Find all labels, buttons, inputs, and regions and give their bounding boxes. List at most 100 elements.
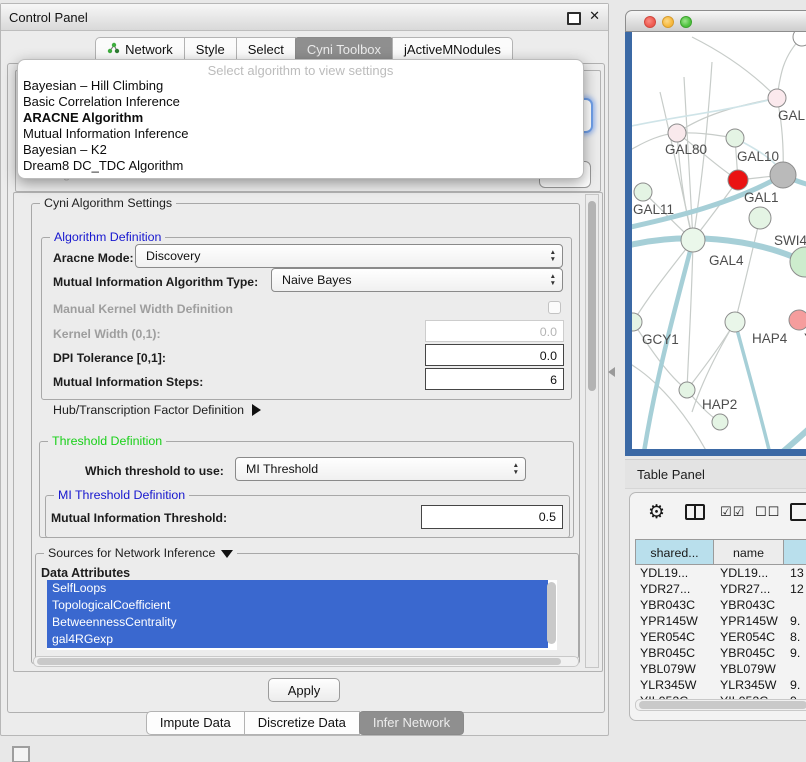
stepper-arrows-icon: ▲▼	[513, 462, 519, 476]
hub-definition-expander[interactable]: Hub/Transcription Factor Definition	[53, 403, 261, 417]
aracne-mode-label: Aracne Mode:	[53, 251, 134, 265]
cell-extra: 9.	[790, 614, 800, 628]
report-icon[interactable]	[790, 503, 806, 521]
dropdown-item-aracne[interactable]: ARACNE Algorithm	[18, 110, 583, 126]
cell-name: YPR145W	[720, 614, 778, 628]
gear-icon[interactable]: ⚙	[648, 501, 665, 524]
table-row[interactable]: YLR345W YLR345W 9.	[630, 678, 806, 694]
column-header-name[interactable]: name	[713, 539, 784, 565]
group-title: MI Threshold Definition	[54, 488, 189, 502]
dpi-tolerance-field[interactable]: 0.0	[425, 344, 564, 366]
network-icon	[107, 42, 120, 57]
list-scrollbar-thumb[interactable]	[547, 582, 556, 644]
network-canvas[interactable]: GAL GAL80 GAL10 GAL1 GAL11 SWI4 GAL4 GCY…	[632, 32, 806, 449]
node-gal-partial[interactable]	[768, 89, 786, 107]
list-item-topologicalcoefficient[interactable]: TopologicalCoefficient	[47, 597, 548, 614]
cell-extra: 9.	[790, 678, 800, 692]
close-traffic-light[interactable]	[644, 16, 656, 28]
cell-shared: YBR045C	[640, 646, 695, 660]
combo-value: MI Threshold	[246, 462, 318, 476]
node-bottom[interactable]	[712, 414, 728, 430]
close-icon[interactable]: ✕	[589, 8, 600, 24]
node-gray[interactable]	[770, 162, 796, 188]
dropdown-item-basic-correlation[interactable]: Basic Correlation Inference	[18, 94, 583, 110]
desktop: Control Panel ✕ Network Style Select Cyn…	[0, 0, 806, 762]
select-all-checkboxes-icon[interactable]: ☑☑	[720, 505, 745, 520]
node-gal1[interactable]	[728, 170, 748, 190]
network-graph[interactable]: GAL GAL80 GAL10 GAL1 GAL11 SWI4 GAL4 GCY…	[632, 32, 806, 449]
settings-scrollbar[interactable]	[585, 194, 599, 668]
stepper-arrows-icon: ▲▼	[550, 273, 556, 287]
node-gal4[interactable]	[681, 228, 705, 252]
column-header-shared[interactable]: shared...	[635, 539, 714, 565]
tab-impute-data[interactable]: Impute Data	[146, 711, 245, 735]
table-row[interactable]: YDL19... YDL19... 13	[630, 566, 806, 582]
node-green[interactable]	[749, 207, 771, 229]
sources-hscrollbar[interactable]	[33, 656, 579, 667]
float-window-icon[interactable]	[567, 12, 581, 25]
mi-algorithm-type-combo[interactable]: Naive Bayes ▲▼	[271, 268, 563, 292]
table-hscrollbar[interactable]	[635, 699, 806, 711]
cell-name: YLR345W	[720, 678, 776, 692]
node-unlabeled[interactable]	[793, 32, 806, 46]
table-row[interactable]: YBL079W YBL079W	[630, 662, 806, 678]
deselect-all-checkboxes-icon[interactable]: ☐☐	[755, 505, 780, 520]
dropdown-item-dream8[interactable]: Dream8 DC_TDC Algorithm	[18, 158, 583, 174]
dropdown-item-bayesian-k2[interactable]: Bayesian – K2	[18, 142, 583, 158]
zoom-traffic-light[interactable]	[680, 16, 692, 28]
list-item-selfloops[interactable]: SelfLoops	[47, 580, 548, 597]
which-threshold-combo[interactable]: MI Threshold ▲▼	[235, 457, 526, 481]
table-row[interactable]: YER054C YER054C 8.	[630, 630, 806, 646]
node-gal11[interactable]	[634, 183, 652, 201]
dropdown-item-bayesian-hill-climbing[interactable]: Bayesian – Hill Climbing	[18, 78, 583, 94]
scrollbar-thumb[interactable]	[588, 201, 596, 391]
node-gcy1[interactable]	[632, 313, 642, 331]
table-row[interactable]: YBR045C YBR045C 9.	[630, 646, 806, 662]
hub-definition-label: Hub/Transcription Factor Definition	[53, 403, 244, 417]
mi-steps-field[interactable]: 6	[425, 368, 564, 390]
scrollbar-thumb[interactable]	[639, 701, 806, 709]
column-layout-icon[interactable]	[685, 504, 705, 520]
node-label: GAL80	[665, 142, 707, 157]
cell-extra: 8.	[790, 630, 800, 644]
node-swi4[interactable]	[790, 247, 806, 277]
cell-extra: 13	[790, 566, 804, 580]
node-hap4[interactable]	[725, 312, 745, 332]
mi-threshold-field[interactable]: 0.5	[421, 505, 563, 529]
node-gal80[interactable]	[668, 124, 686, 142]
tab-infer-network[interactable]: Infer Network	[359, 711, 464, 735]
dropdown-item-mutual-information[interactable]: Mutual Information Inference	[18, 126, 583, 142]
node-gal10[interactable]	[726, 129, 744, 147]
node-hap2[interactable]	[679, 382, 695, 398]
panel-divider-handle[interactable]	[608, 367, 615, 377]
tab-discretize-data[interactable]: Discretize Data	[244, 711, 360, 735]
minimized-panel-icon[interactable]	[12, 746, 30, 762]
tab-label: Style	[196, 42, 225, 57]
mi-steps-label: Mutual Information Steps:	[53, 375, 203, 389]
tab-label: Select	[248, 42, 284, 57]
expander-expanded-icon[interactable]	[221, 550, 233, 558]
table-rows: YDL19... YDL19... 13 YDR27... YDR27... 1…	[630, 566, 806, 710]
kernel-width-field[interactable]: 0.0	[425, 320, 564, 342]
node-salmon[interactable]	[789, 310, 806, 330]
list-item-betweennesscentrality[interactable]: BetweennessCentrality	[47, 614, 548, 631]
aracne-mode-combo[interactable]: Discovery ▲▼	[135, 244, 563, 268]
table-panel-window: ⚙ ☑☑ ☐☐ shared... name YDL19... YDL19...…	[629, 492, 806, 721]
cell-shared: YER054C	[640, 630, 695, 644]
table-row[interactable]: YBR043C YBR043C	[630, 598, 806, 614]
table-row[interactable]: YDR27... YDR27... 12	[630, 582, 806, 598]
table-row[interactable]: YPR145W YPR145W 9.	[630, 614, 806, 630]
minimize-traffic-light[interactable]	[662, 16, 674, 28]
which-threshold-label: Which threshold to use:	[85, 464, 224, 478]
manual-kernel-checkbox[interactable]	[548, 301, 561, 314]
cell-name: YBL079W	[720, 662, 776, 676]
column-header-partial[interactable]	[783, 539, 806, 565]
data-attributes-list: SelfLoops TopologicalCoefficient Between…	[47, 580, 557, 650]
apply-button[interactable]: Apply	[268, 678, 340, 702]
kernel-width-label: Kernel Width (0,1):	[53, 327, 161, 341]
network-window-titlebar[interactable]	[625, 10, 806, 32]
scrollbar-thumb[interactable]	[37, 658, 561, 665]
mi-algorithm-type-label: Mutual Information Algorithm Type:	[53, 275, 258, 289]
list-item-gal4rgexp[interactable]: gal4RGexp	[47, 631, 548, 648]
algorithm-dropdown-popup: Select algorithm to view settings Bayesi…	[17, 59, 584, 179]
